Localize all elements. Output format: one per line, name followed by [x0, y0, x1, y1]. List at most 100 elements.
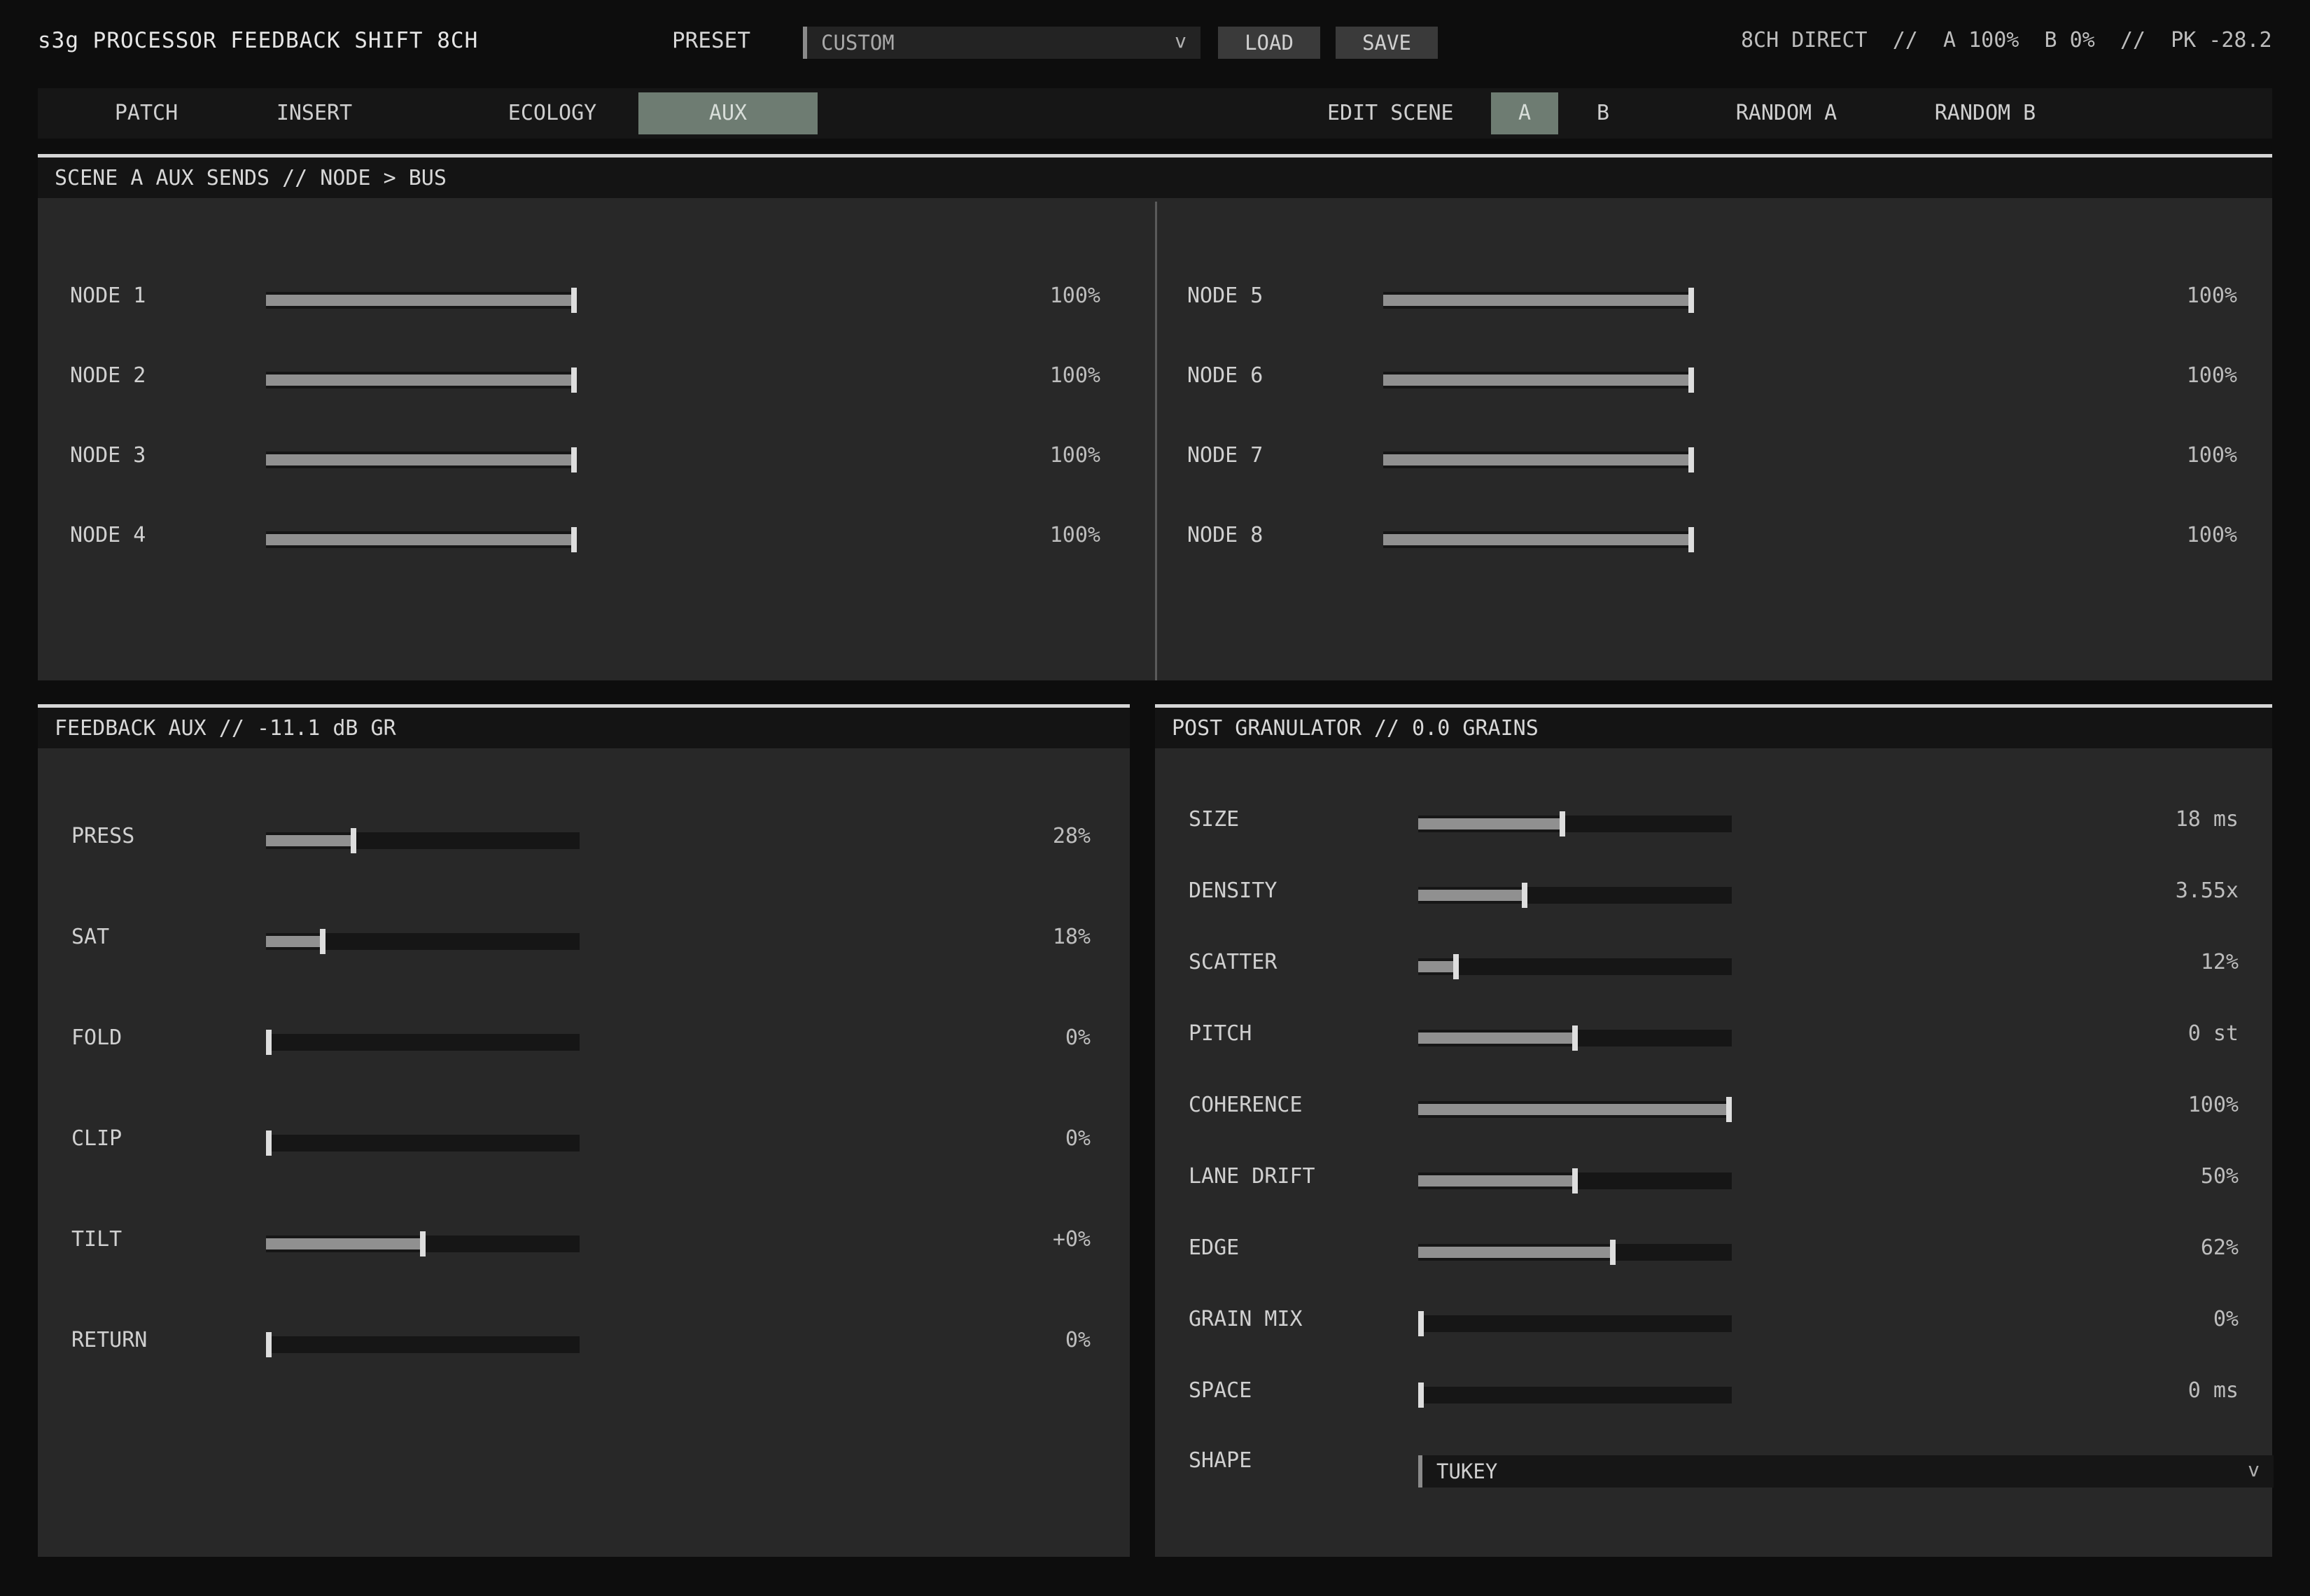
tilt-slider-handle[interactable] — [420, 1231, 426, 1256]
scatter-slider-handle[interactable] — [1452, 954, 1459, 979]
fold-slider-handle[interactable] — [266, 1030, 272, 1055]
pitch-slider-handle[interactable] — [1572, 1026, 1578, 1051]
load-button[interactable]: LOAD — [1218, 27, 1320, 59]
shape-dropdown[interactable]: TUKEY v — [1418, 1455, 2274, 1488]
return-slider-handle[interactable] — [266, 1332, 272, 1357]
sat-slider[interactable] — [266, 929, 580, 954]
tab-insert[interactable]: INSERT — [248, 92, 381, 134]
node-6-slider[interactable] — [1383, 368, 1694, 393]
edit-scene-label: EDIT SCENE — [1327, 101, 1454, 125]
preset-label: PRESET — [672, 28, 750, 53]
scene-a-button[interactable]: A — [1491, 92, 1558, 134]
sat-value: 18% — [1052, 925, 1091, 949]
fold-slider[interactable] — [266, 1030, 580, 1055]
node-4-slider[interactable] — [266, 527, 577, 552]
space-slider-handle[interactable] — [1418, 1382, 1424, 1408]
space-slider[interactable] — [1418, 1382, 1732, 1408]
coherence-slider-handle[interactable] — [1726, 1097, 1732, 1122]
scene-random-b-button[interactable]: RANDOM B — [1900, 92, 2071, 134]
node-2-slider[interactable] — [266, 368, 577, 393]
node-7-value: 100% — [2186, 443, 2237, 468]
node-1-slider[interactable] — [266, 288, 577, 313]
coherence-row: COHERENCE 100% — [1189, 1093, 2239, 1122]
node-8-slider-fill — [1383, 534, 1694, 545]
feedback-aux-panel: FEEDBACK AUX // -11.1 dB GR PRESS 28% SAT 1… — [38, 704, 1130, 1557]
fold-label: FOLD — [71, 1026, 122, 1050]
clip-slider-handle[interactable] — [266, 1130, 272, 1156]
node-8-slider[interactable] — [1383, 527, 1694, 552]
edge-slider-fill — [1418, 1247, 1613, 1258]
edge-slider[interactable] — [1418, 1240, 1732, 1265]
preset-dropdown[interactable]: CUSTOM v — [803, 27, 1200, 59]
density-label: DENSITY — [1189, 878, 1278, 903]
node-7-slider-handle[interactable] — [1688, 447, 1694, 472]
clip-value: 0% — [1065, 1126, 1091, 1151]
edge-label: EDGE — [1189, 1236, 1240, 1260]
node-2-label: NODE 2 — [70, 363, 146, 388]
shape-value: TUKEY — [1436, 1460, 1498, 1483]
coherence-label: COHERENCE — [1189, 1093, 1303, 1117]
feedback-aux-header: FEEDBACK AUX // -11.1 dB GR — [38, 708, 1130, 748]
return-value: 0% — [1065, 1328, 1091, 1352]
node-7-row: NODE 7 100% — [1187, 443, 2237, 472]
tilt-value: +0% — [1052, 1227, 1091, 1252]
tilt-label: TILT — [71, 1227, 122, 1252]
node-5-value: 100% — [2186, 284, 2237, 308]
grain-mix-slider-handle[interactable] — [1418, 1311, 1424, 1336]
tab-patch[interactable]: PATCH — [80, 92, 213, 134]
node-4-row: NODE 4 100% — [70, 523, 1100, 552]
size-label: SIZE — [1189, 807, 1240, 832]
node-8-slider-handle[interactable] — [1688, 527, 1694, 552]
size-slider-handle[interactable] — [1560, 811, 1566, 836]
lane-drift-slider-fill — [1418, 1175, 1575, 1186]
node-2-slider-handle[interactable] — [571, 368, 577, 393]
scatter-label: SCATTER — [1189, 950, 1278, 974]
grain-mix-value: 0% — [2213, 1307, 2239, 1331]
node-5-slider[interactable] — [1383, 288, 1694, 313]
node-6-slider-fill — [1383, 374, 1694, 386]
tilt-slider[interactable] — [266, 1231, 580, 1256]
node-3-slider-handle[interactable] — [571, 447, 577, 472]
save-button[interactable]: SAVE — [1336, 27, 1438, 59]
press-slider[interactable] — [266, 828, 580, 853]
node-1-label: NODE 1 — [70, 284, 146, 308]
node-6-slider-handle[interactable] — [1688, 368, 1694, 393]
lane-drift-slider[interactable] — [1418, 1168, 1732, 1194]
scene-random-a-button[interactable]: RANDOM A — [1701, 92, 1872, 134]
scene-b-button[interactable]: B — [1569, 92, 1637, 134]
tab-aux[interactable]: AUX — [638, 92, 818, 134]
node-8-row: NODE 8 100% — [1187, 523, 2237, 552]
post-granulator-title: POST GRANULATOR // 0.0 GRAINS — [1172, 716, 1539, 741]
aux-sends-panel: SCENE A AUX SENDS // NODE > BUS NODE 1 10… — [38, 154, 2272, 680]
clip-slider[interactable] — [266, 1130, 580, 1156]
aux-sends-title: SCENE A AUX SENDS // NODE > BUS — [55, 166, 447, 190]
lane-drift-slider-handle[interactable] — [1572, 1168, 1578, 1194]
feedback-aux-title: FEEDBACK AUX // -11.1 dB GR — [55, 716, 396, 741]
node-5-row: NODE 5 100% — [1187, 284, 2237, 313]
node-2-value: 100% — [1049, 363, 1100, 388]
tab-ecology[interactable]: ECOLOGY — [472, 92, 633, 134]
coherence-value: 100% — [2188, 1093, 2239, 1117]
sat-slider-handle[interactable] — [319, 929, 326, 954]
shape-row: SHAPE TUKEY v — [1189, 1448, 2274, 1488]
node-1-slider-handle[interactable] — [571, 288, 577, 313]
return-slider[interactable] — [266, 1332, 580, 1357]
node-5-slider-handle[interactable] — [1688, 288, 1694, 313]
grain-mix-slider[interactable] — [1418, 1311, 1732, 1336]
node-5-slider-fill — [1383, 295, 1694, 306]
density-slider-handle[interactable] — [1522, 883, 1528, 908]
size-slider[interactable] — [1418, 811, 1732, 836]
coherence-slider[interactable] — [1418, 1097, 1732, 1122]
node-8-value: 100% — [2186, 523, 2237, 547]
node-3-slider[interactable] — [266, 447, 577, 472]
top-bar: s3g PROCESSOR FEEDBACK SHIFT 8CH PRESET … — [0, 0, 2310, 84]
edge-value: 62% — [2200, 1236, 2239, 1260]
density-slider[interactable] — [1418, 883, 1732, 908]
node-7-slider[interactable] — [1383, 447, 1694, 472]
return-label: RETURN — [71, 1328, 148, 1352]
pitch-slider[interactable] — [1418, 1026, 1732, 1051]
press-slider-handle[interactable] — [351, 828, 357, 853]
scatter-slider[interactable] — [1418, 954, 1732, 979]
edge-slider-handle[interactable] — [1609, 1240, 1616, 1265]
node-4-slider-handle[interactable] — [571, 527, 577, 552]
